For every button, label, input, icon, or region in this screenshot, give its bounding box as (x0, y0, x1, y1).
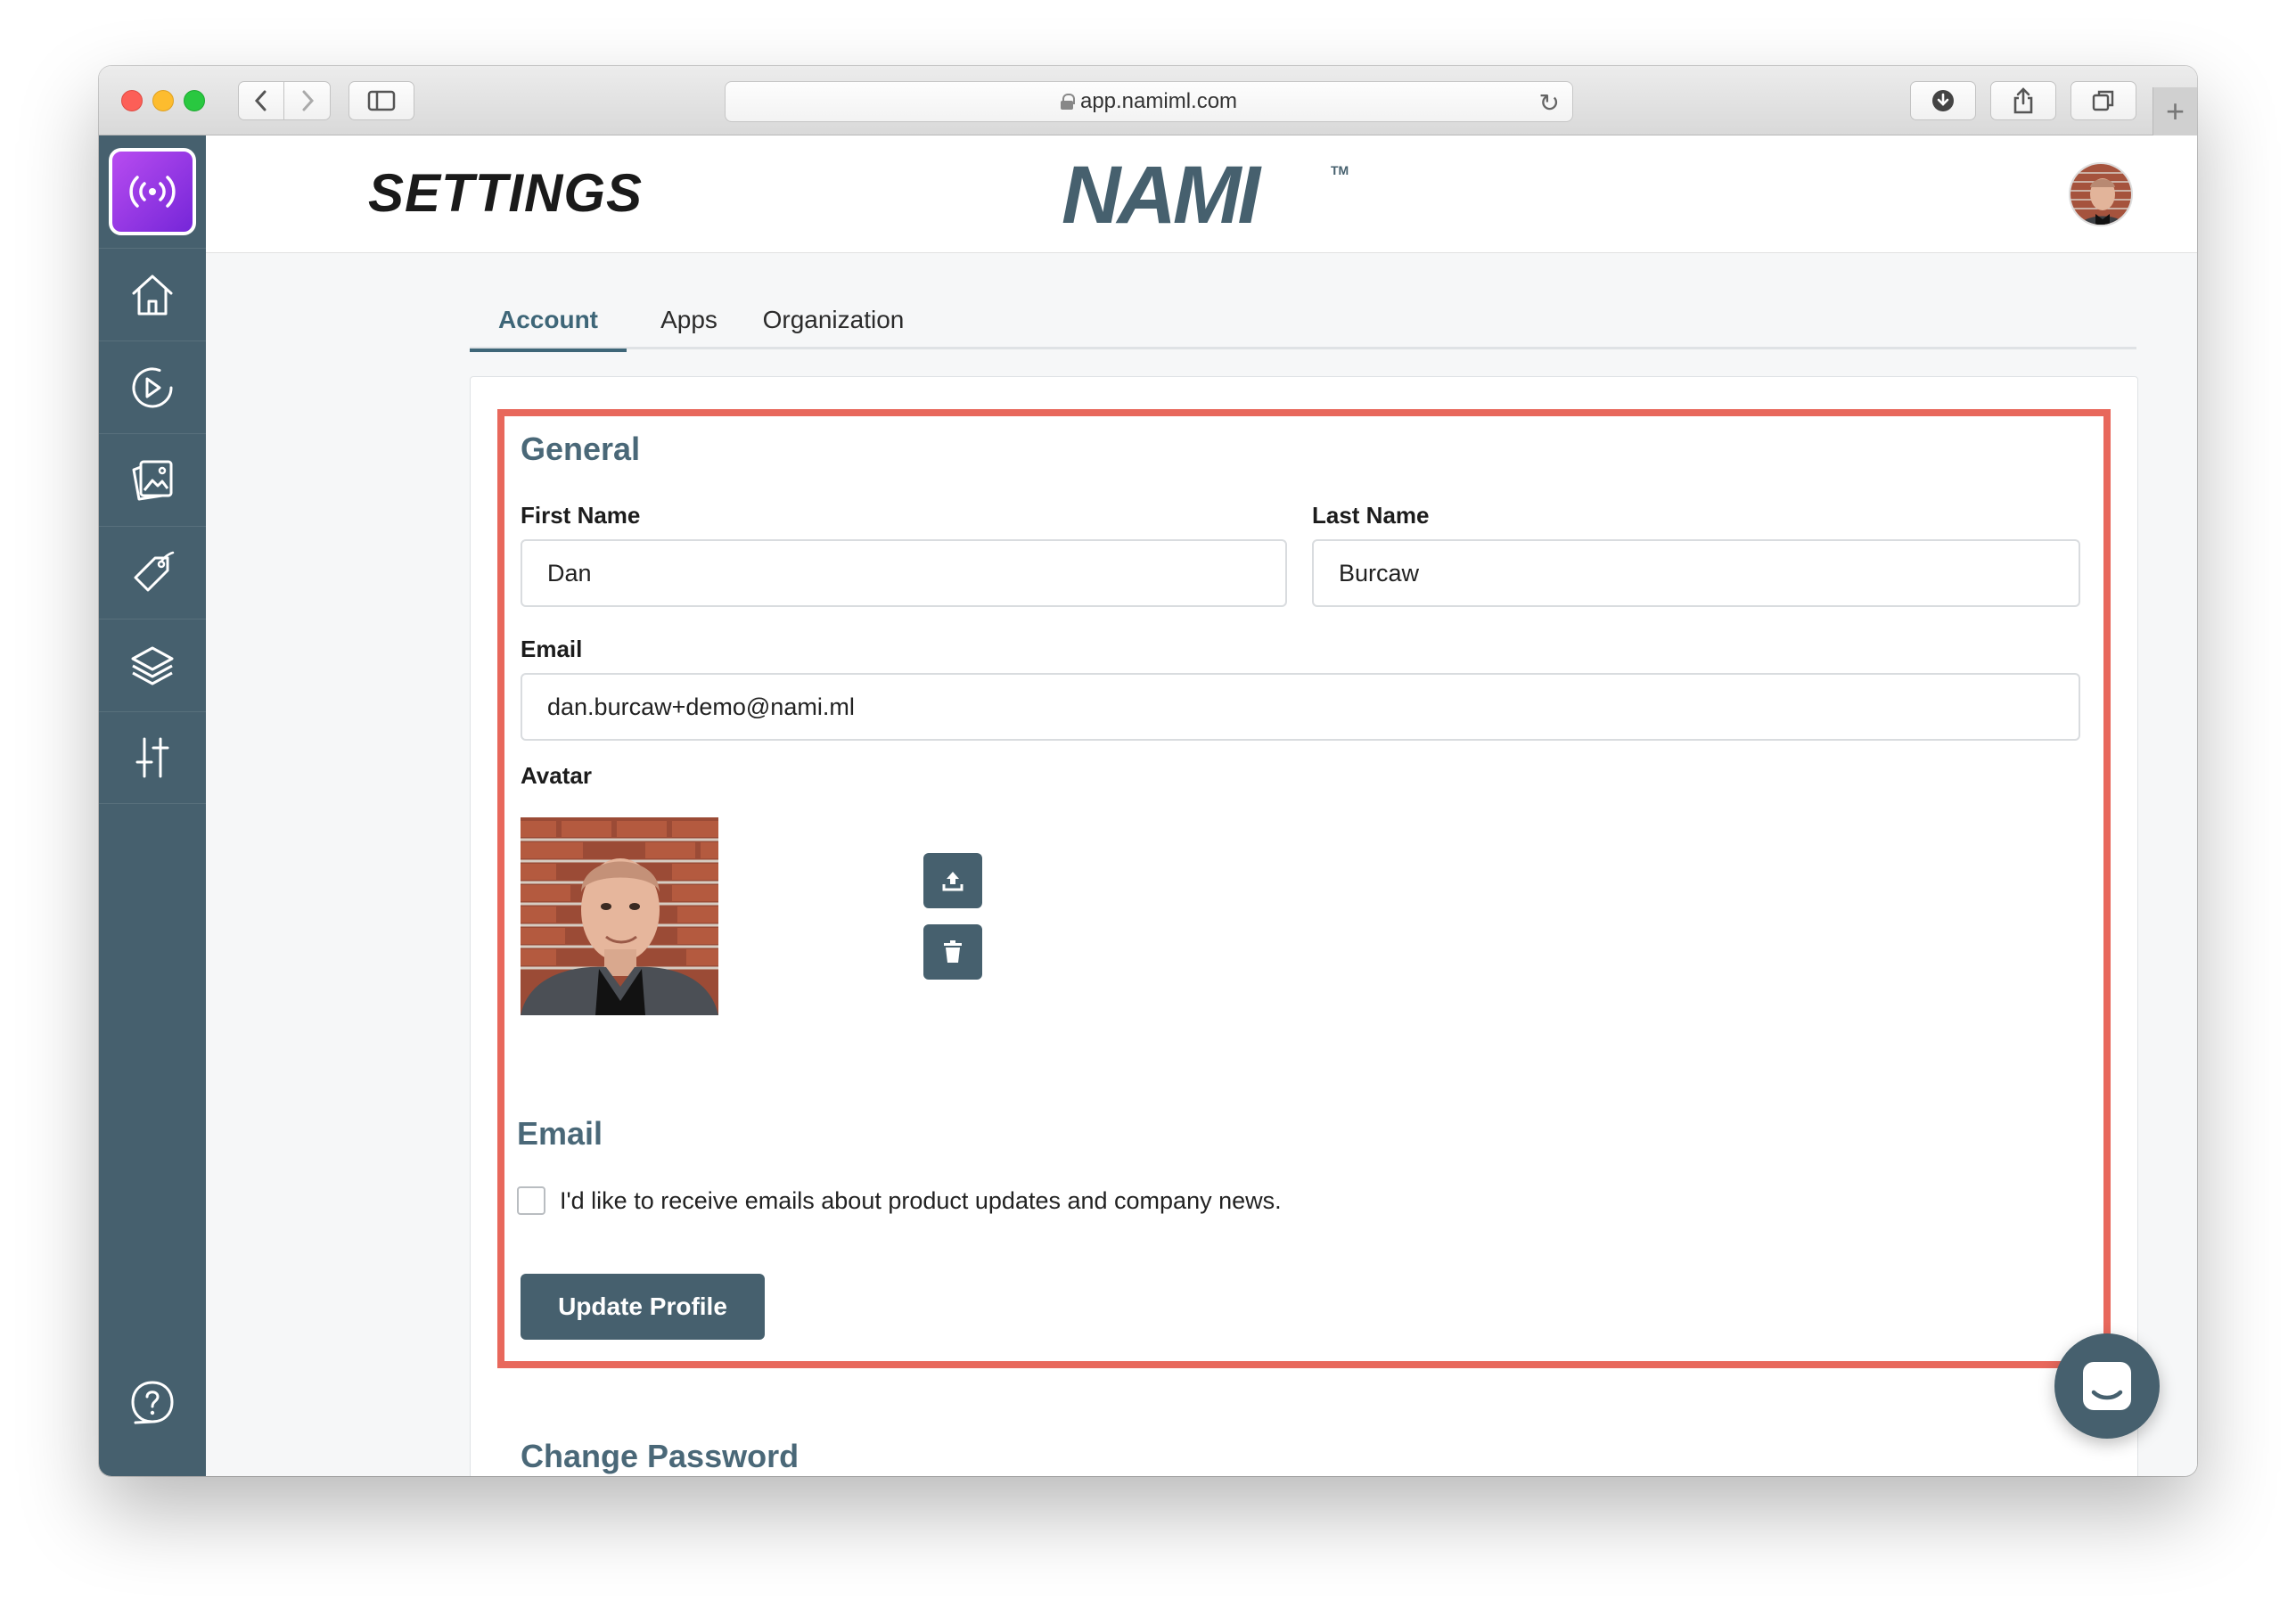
avatar-image (521, 817, 718, 1015)
page-title: SETTINGS (368, 163, 644, 223)
tab-account[interactable]: Account (470, 291, 627, 352)
app-logo[interactable] (109, 148, 196, 235)
user-photo (2070, 164, 2131, 225)
share-icon (2013, 87, 2033, 114)
settings-tabs: Account Apps Organization (470, 291, 2136, 352)
first-name-label: First Name (521, 502, 641, 529)
history-nav (238, 81, 331, 120)
close-window-button[interactable] (121, 90, 143, 111)
new-tab-button[interactable]: + (2152, 87, 2197, 135)
sidebar-item-home[interactable] (99, 248, 206, 340)
gallery-icon (132, 460, 173, 500)
marketing-email-label: I'd like to receive emails about product… (560, 1187, 1282, 1214)
sidebar-item-campaigns[interactable] (99, 340, 206, 433)
chevron-left-icon (254, 90, 266, 111)
main-content: Account Apps Organization General First … (206, 253, 2197, 1476)
sidebar-item-help[interactable] (99, 1355, 206, 1448)
tabs-icon (2092, 90, 2114, 111)
url-text: app.namiml.com (1079, 89, 1238, 113)
change-password-title: Change Password (521, 1438, 800, 1474)
sidebar-icon (367, 90, 396, 111)
sidebar-item-entitlements[interactable] (99, 619, 206, 711)
trash-icon (944, 940, 962, 963)
chat-icon (2083, 1362, 2131, 1410)
help-icon (131, 1381, 174, 1424)
user-avatar[interactable] (2069, 162, 2133, 226)
last-name-label: Last Name (1312, 502, 1430, 529)
broadcast-icon (129, 176, 176, 208)
downloads-button[interactable] (1910, 81, 1976, 120)
chat-launcher-button[interactable] (2054, 1333, 2160, 1439)
reload-icon[interactable]: ↻ (1539, 88, 1560, 118)
upload-avatar-button[interactable] (923, 853, 982, 908)
sidebar-toggle-button[interactable] (348, 81, 414, 120)
zoom-window-button[interactable] (184, 90, 205, 111)
sliders-icon (135, 737, 169, 778)
highlight-frame: General First Name Dan Last Name Burcaw … (497, 409, 2111, 1368)
tag-icon (134, 551, 175, 591)
chevron-right-icon (302, 90, 314, 111)
upload-icon (942, 872, 964, 891)
browser-window: app.namiml.com ↻ + SETTINGS NAMI TM Acco… (99, 66, 2197, 1476)
download-icon (1932, 90, 1954, 111)
sidebar-item-settings[interactable] (99, 711, 206, 804)
marketing-email-checkbox[interactable] (517, 1186, 545, 1215)
trademark: TM (1331, 163, 1349, 177)
nami-logo: NAMI TM (1062, 157, 1349, 230)
email-label: Email (521, 636, 583, 662)
brand-name: NAMI (1062, 157, 1263, 230)
address-bar[interactable]: app.namiml.com ↻ (725, 81, 1573, 122)
delete-avatar-button[interactable] (923, 924, 982, 980)
forward-button[interactable] (284, 81, 331, 120)
app-sidebar (99, 135, 206, 1476)
home-icon (132, 275, 173, 315)
avatar-label: Avatar (521, 762, 592, 789)
first-name-field[interactable]: Dan (521, 539, 1287, 607)
general-section-title: General (521, 431, 641, 467)
tab-organization[interactable]: Organization (755, 291, 912, 349)
lock-icon (1060, 94, 1075, 110)
email-section-title: Email (517, 1115, 603, 1152)
back-button[interactable] (238, 81, 284, 120)
minimize-window-button[interactable] (152, 90, 174, 111)
email-field[interactable]: dan.burcaw+demo@nami.ml (521, 673, 2080, 741)
layers-icon (131, 646, 174, 685)
browser-toolbar: app.namiml.com ↻ + (99, 66, 2197, 135)
avatar-photo (521, 817, 718, 1015)
tabs-overview-button[interactable] (2070, 81, 2136, 120)
update-profile-button[interactable]: Update Profile (521, 1274, 765, 1340)
sidebar-item-paywalls[interactable] (99, 433, 206, 526)
play-icon (132, 366, 173, 407)
last-name-field[interactable]: Burcaw (1312, 539, 2080, 607)
page-header: SETTINGS NAMI TM (206, 135, 2197, 253)
sidebar-item-products[interactable] (99, 526, 206, 619)
tab-apps[interactable]: Apps (646, 291, 732, 349)
account-card: General First Name Dan Last Name Burcaw … (470, 376, 2138, 1476)
share-button[interactable] (1990, 81, 2056, 120)
